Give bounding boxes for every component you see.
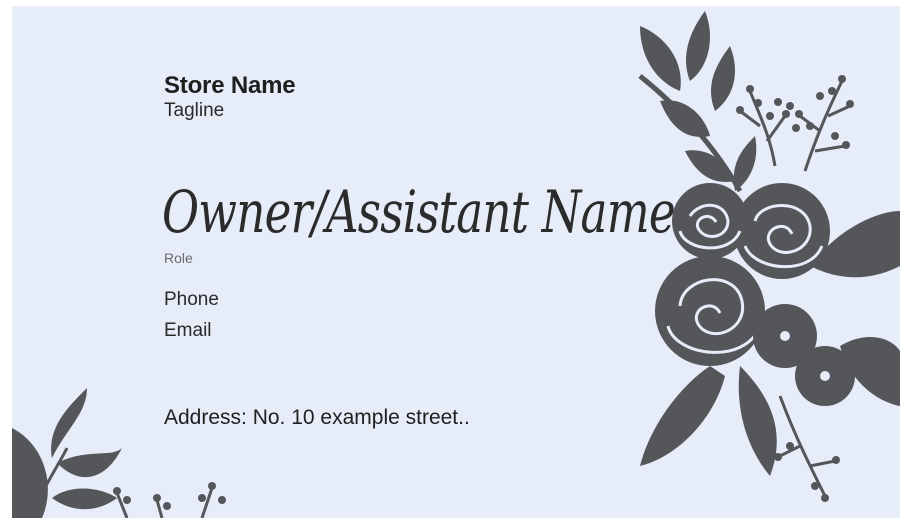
role-label: Role [164,250,193,266]
business-card: Store Name Tagline Owner/Assistant Name … [12,6,900,518]
floral-bouquet-illustration [638,11,900,502]
store-name: Store Name [164,72,296,99]
leaf-sprig-illustration [12,388,226,518]
tagline: Tagline [164,100,225,121]
phone-field: Phone [164,289,219,310]
owner-name: Owner/Assistant Name [162,178,676,246]
email-field: Email [164,320,212,341]
